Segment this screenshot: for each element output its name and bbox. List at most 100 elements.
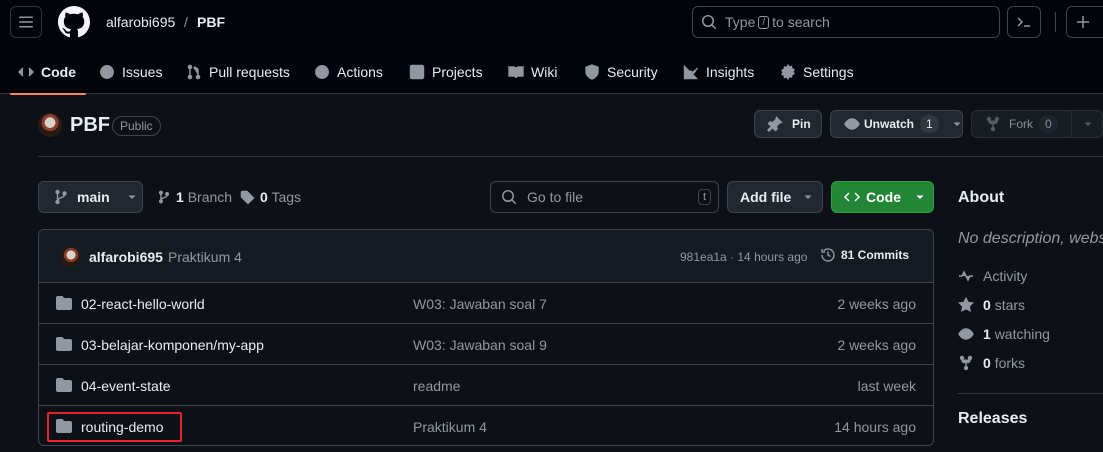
add-file-label: Add file bbox=[740, 189, 792, 205]
fork-button[interactable]: Fork 0 bbox=[971, 110, 1103, 138]
forks-count: 0 bbox=[983, 355, 991, 371]
star-icon bbox=[958, 297, 974, 312]
branch-count-label: Branch bbox=[187, 189, 233, 205]
owner-avatar bbox=[38, 113, 62, 137]
go-to-file-placeholder: Go to file bbox=[527, 189, 584, 205]
github-logo-icon[interactable] bbox=[58, 6, 90, 38]
tab-security[interactable]: Security bbox=[584, 50, 658, 94]
menu-button[interactable] bbox=[10, 6, 42, 38]
about-heading: About bbox=[958, 189, 1005, 206]
breadcrumb-repo[interactable]: PBF bbox=[197, 14, 225, 30]
search-input[interactable]: Type / to search bbox=[692, 6, 1000, 38]
add-file-button[interactable]: Add file bbox=[727, 181, 823, 213]
tab-pull-requests[interactable]: Pull requests bbox=[186, 50, 290, 94]
pulse-icon bbox=[959, 270, 973, 282]
eye-icon bbox=[958, 328, 974, 340]
watching-link[interactable]: 1 watching bbox=[958, 326, 1050, 342]
fork-counter: 0 bbox=[1039, 115, 1058, 133]
tab-label: Issues bbox=[122, 64, 163, 80]
file-row[interactable]: routing-demo Praktikum 4 14 hours ago bbox=[39, 406, 933, 445]
tab-settings[interactable]: Settings bbox=[780, 50, 854, 94]
commit-hash-time[interactable]: 981ea1a · 14 hours ago bbox=[680, 250, 807, 264]
tag-count-label: Tags bbox=[271, 189, 302, 205]
file-name-link[interactable]: 03-belajar-komponen/my-app bbox=[81, 337, 264, 353]
hamburger-icon bbox=[19, 16, 33, 28]
search-placeholder-end: to search bbox=[772, 14, 830, 30]
tab-label: Security bbox=[607, 64, 658, 80]
folder-icon bbox=[56, 337, 72, 351]
branch-selector[interactable]: main bbox=[38, 181, 143, 213]
file-commit-message[interactable]: readme bbox=[413, 378, 460, 394]
sidebar-divider bbox=[958, 393, 1103, 394]
branch-icon bbox=[158, 190, 170, 204]
fork-label: Fork bbox=[1009, 117, 1033, 131]
file-commit-date: 14 hours ago bbox=[834, 419, 916, 435]
tab-wiki[interactable]: Wiki bbox=[508, 50, 557, 94]
stars-link[interactable]: 0 stars bbox=[958, 297, 1025, 313]
folder-icon bbox=[56, 378, 72, 392]
shield-icon bbox=[585, 64, 599, 80]
tab-issues[interactable]: Issues bbox=[99, 50, 162, 94]
go-to-file-shortcut: t bbox=[697, 189, 711, 205]
forks-link[interactable]: 0 forks bbox=[958, 355, 1025, 371]
breadcrumb-owner[interactable]: alfarobi695 bbox=[106, 14, 175, 30]
code-icon bbox=[844, 192, 860, 202]
unwatch-button[interactable]: Unwatch 1 bbox=[830, 110, 963, 138]
activity-link[interactable]: Activity bbox=[958, 268, 1027, 284]
search-placeholder-start: Type bbox=[725, 14, 756, 30]
file-row[interactable]: 03-belajar-komponen/my-app W03: Jawaban … bbox=[39, 324, 933, 365]
file-commit-date: 2 weeks ago bbox=[837, 296, 916, 312]
branches-link[interactable]: 1 Branch bbox=[157, 189, 232, 205]
gear-icon bbox=[781, 64, 795, 80]
history-icon bbox=[821, 248, 835, 262]
tab-actions[interactable]: Actions bbox=[314, 50, 383, 94]
issue-icon bbox=[100, 65, 114, 79]
chevron-down-icon bbox=[128, 195, 136, 199]
file-row[interactable]: 04-event-state readme last week bbox=[39, 365, 933, 406]
tags-link[interactable]: 0 Tags bbox=[240, 189, 301, 205]
fork-split-divider bbox=[1071, 111, 1072, 137]
tab-code[interactable]: Code bbox=[10, 50, 86, 95]
file-commit-message[interactable]: W03: Jawaban soal 9 bbox=[413, 337, 547, 353]
chevron-down-icon bbox=[804, 195, 812, 199]
command-palette-button[interactable] bbox=[1007, 6, 1041, 38]
commit-message[interactable]: Praktikum 4 bbox=[168, 249, 242, 265]
tab-insights[interactable]: Insights bbox=[683, 50, 754, 94]
graph-icon bbox=[683, 65, 699, 80]
pin-button[interactable]: Pin bbox=[754, 110, 822, 138]
file-commit-date: 2 weeks ago bbox=[837, 337, 916, 353]
tab-projects[interactable]: Projects bbox=[409, 50, 483, 94]
releases-heading[interactable]: Releases bbox=[958, 410, 1027, 428]
commits-link[interactable]: 81 Commits bbox=[820, 247, 909, 263]
play-icon bbox=[315, 65, 329, 79]
tab-label: Projects bbox=[432, 64, 483, 80]
author-avatar[interactable] bbox=[61, 247, 81, 267]
eye-icon bbox=[844, 118, 860, 130]
chevron-down-icon bbox=[953, 122, 961, 126]
pin-label: Pin bbox=[792, 117, 811, 131]
file-name-link[interactable]: 04-event-state bbox=[81, 378, 171, 394]
file-row[interactable]: 02-react-hello-world W03: Jawaban soal 7… bbox=[39, 283, 933, 324]
file-commit-message[interactable]: W03: Jawaban soal 7 bbox=[413, 296, 547, 312]
pin-icon bbox=[767, 116, 783, 132]
repo-tabs: Code Issues Pull requests Actions Projec… bbox=[0, 50, 1103, 95]
tab-label: Code bbox=[41, 64, 76, 80]
title-divider bbox=[38, 156, 1103, 157]
code-dropdown-button[interactable]: Code bbox=[831, 181, 934, 213]
tab-label: Wiki bbox=[531, 64, 558, 80]
file-name-link[interactable]: 02-react-hello-world bbox=[81, 296, 205, 312]
code-button-label: Code bbox=[866, 189, 901, 205]
tab-label: Insights bbox=[706, 64, 755, 80]
create-new-button[interactable] bbox=[1066, 6, 1103, 38]
latest-commit-bar: alfarobi695 Praktikum 4 981ea1a · 14 hou… bbox=[39, 230, 933, 283]
branch-name: main bbox=[77, 189, 110, 205]
file-commit-message[interactable]: Praktikum 4 bbox=[413, 419, 487, 435]
commit-author[interactable]: alfarobi695 bbox=[89, 249, 163, 265]
unwatch-label: Unwatch bbox=[864, 117, 915, 131]
highlight-box bbox=[47, 412, 182, 442]
go-to-file-input[interactable]: Go to file t bbox=[490, 181, 719, 213]
fork-icon bbox=[959, 355, 973, 371]
pull-request-icon bbox=[187, 64, 201, 80]
stars-count: 0 bbox=[983, 297, 991, 313]
branch-icon bbox=[55, 189, 67, 205]
